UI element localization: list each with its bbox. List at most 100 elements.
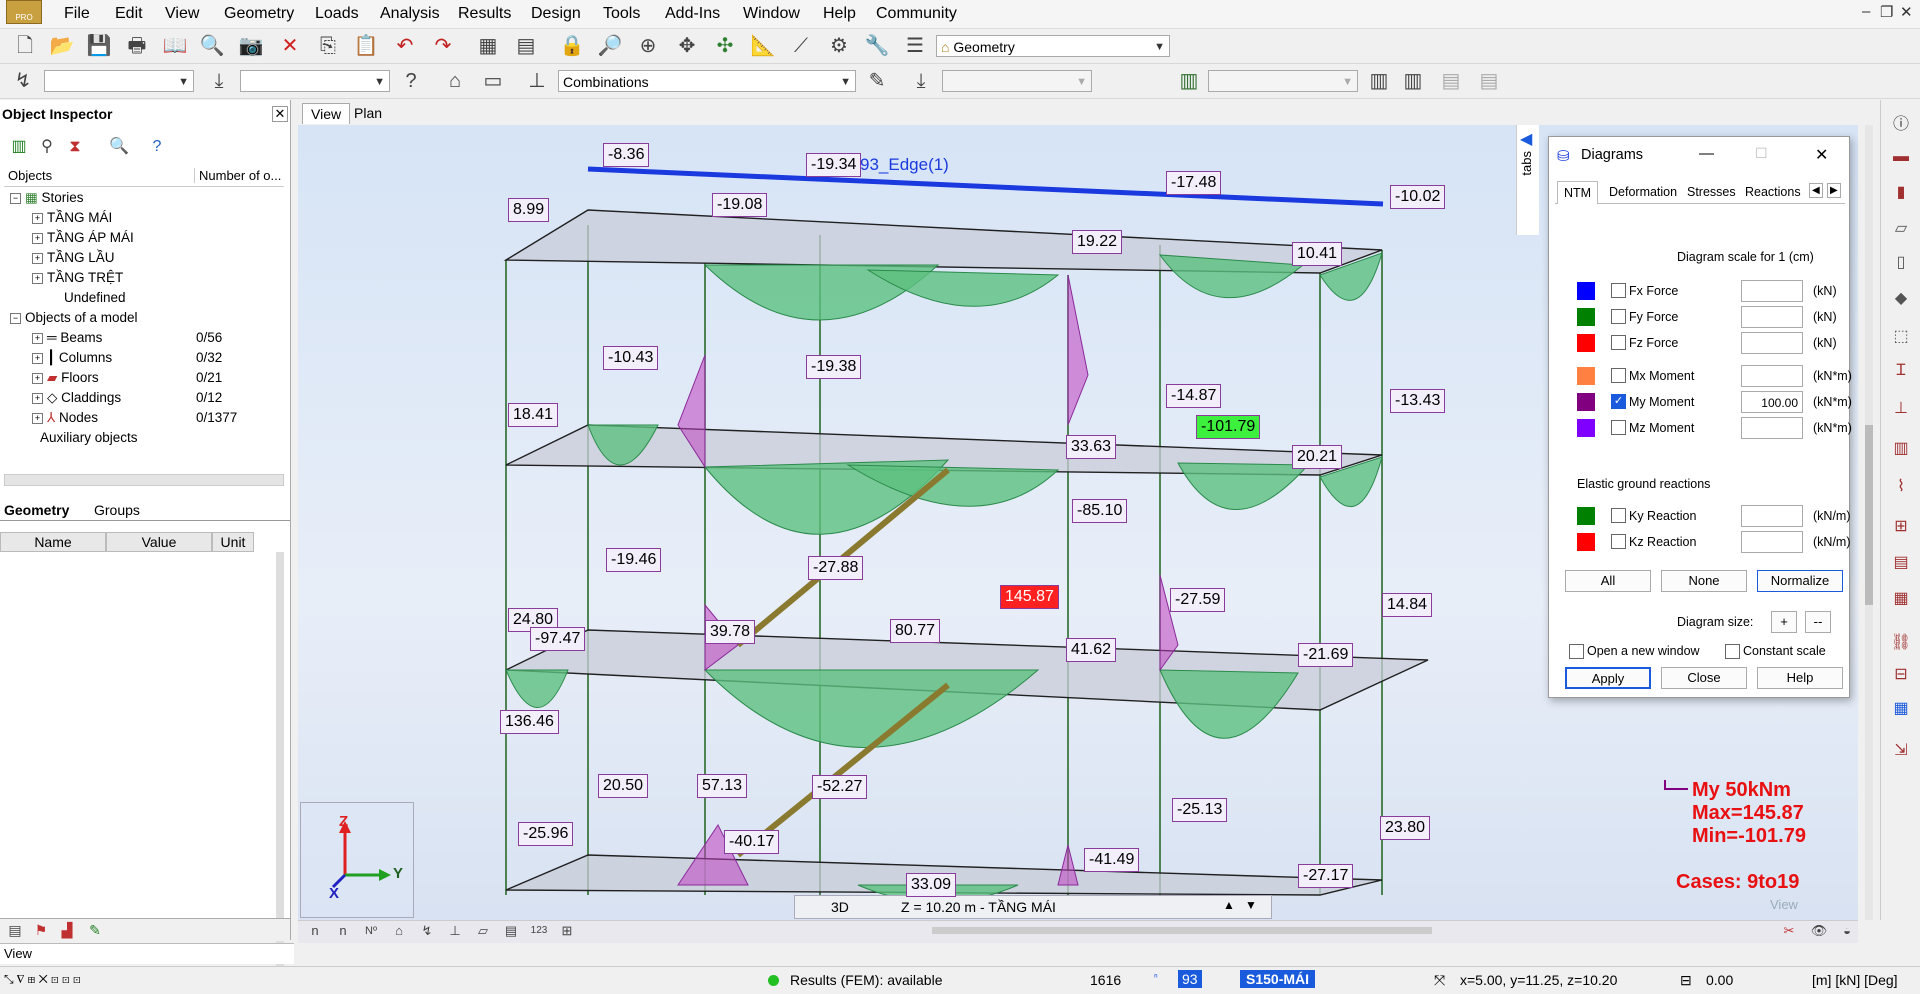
diagram-checkbox[interactable]	[1611, 335, 1626, 350]
menu-edit[interactable]: Edit	[115, 5, 143, 23]
tree-display-icon[interactable]: ⊞	[554, 918, 580, 944]
tree-stories[interactable]: − ▦ Stories	[10, 190, 84, 206]
calculator-icon[interactable]: ▦	[475, 33, 501, 59]
diagram-scale-input[interactable]	[1741, 417, 1803, 439]
load-group-select[interactable]: ▼	[240, 70, 390, 92]
combinations-select[interactable]: Combinations ▼	[558, 70, 856, 92]
cube-tool-icon[interactable]: ⬚	[1890, 326, 1912, 348]
print-icon[interactable]: 🖶	[124, 33, 150, 59]
level-down-icon[interactable]: ▼	[1245, 898, 1257, 912]
delete-icon[interactable]: ✕	[277, 33, 303, 59]
none-button[interactable]: None	[1661, 570, 1747, 592]
zoom-icon[interactable]: 🔎	[597, 33, 623, 59]
diagram-checkbox[interactable]: ✓	[1611, 394, 1626, 409]
load-case-icon[interactable]: ⤓	[908, 68, 934, 94]
menu-addins[interactable]: Add-Ins	[665, 5, 720, 23]
diagram-scale-input[interactable]: 100.00	[1741, 391, 1803, 413]
floor-display-icon[interactable]: ⌂	[386, 918, 412, 944]
column-tool-icon[interactable]: ▮	[1890, 182, 1912, 204]
support-display-icon[interactable]: ⊥	[442, 918, 468, 944]
all-button[interactable]: All	[1565, 570, 1651, 592]
load-type-icon[interactable]: ⤓	[206, 68, 232, 94]
menu-design[interactable]: Design	[531, 5, 581, 23]
rebar-tool-icon[interactable]: ▦	[1890, 588, 1912, 610]
slab-display-icon[interactable]: ▱	[470, 918, 496, 944]
tree-nodes[interactable]: + ⅄ Nodes	[32, 410, 98, 426]
ibeam-tool-icon[interactable]: Ɪ	[1890, 360, 1912, 382]
tab-scroll-left-icon[interactable]: ◀	[1809, 183, 1823, 198]
restore-icon[interactable]: ❐	[1880, 3, 1893, 21]
normalize-button[interactable]: Normalize	[1757, 570, 1843, 592]
undo-icon[interactable]: ↶	[392, 33, 418, 59]
load-case-select[interactable]: ▼	[44, 70, 194, 92]
side-tabs-strip[interactable]: ◀ tabs	[1516, 125, 1539, 235]
node-display-icon[interactable]: n	[302, 918, 328, 944]
flag-icon[interactable]: ⚑	[28, 917, 54, 943]
tab-plan[interactable]: Plan	[346, 103, 390, 123]
tab-ntm[interactable]: NTM	[1557, 181, 1599, 204]
tab-view[interactable]: View	[302, 103, 351, 124]
diagram-checkbox[interactable]	[1611, 420, 1626, 435]
tab-geometry[interactable]: Geometry	[4, 502, 69, 518]
diagram-checkbox[interactable]	[1611, 508, 1626, 523]
viewport-vertical-scrollbar[interactable]	[1865, 125, 1873, 920]
minimize-icon[interactable]: –	[1862, 3, 1870, 20]
table-icon[interactable]: ▤	[513, 33, 539, 59]
menu-tools[interactable]: Tools	[603, 5, 640, 23]
lock-icon[interactable]: 🔒	[559, 33, 585, 59]
close-panel-icon[interactable]: ✕	[272, 106, 288, 122]
open-icon[interactable]: 📂	[49, 33, 75, 59]
numbers-display-icon[interactable]: 123	[526, 918, 552, 944]
measure-icon[interactable]: 📐	[750, 33, 776, 59]
diagram-checkbox[interactable]	[1611, 309, 1626, 324]
load-display-icon[interactable]: ↯	[414, 918, 440, 944]
section-display-icon[interactable]: ▤	[498, 918, 524, 944]
diagram-scale-input[interactable]	[1741, 280, 1803, 302]
tab-scroll-right-icon[interactable]: ▶	[1827, 183, 1841, 198]
wall-tool-icon[interactable]: ▯	[1890, 252, 1912, 274]
diagram-scale-input[interactable]	[1741, 505, 1803, 527]
menu-loads[interactable]: Loads	[315, 5, 359, 23]
tree-undefined[interactable]: Undefined	[64, 290, 126, 305]
calc-tool-icon[interactable]: ▦	[1890, 698, 1912, 720]
edit-icon[interactable]: ✎	[82, 917, 108, 943]
load-icon[interactable]: ↯	[10, 68, 36, 94]
stair-tool-icon[interactable]: ⌇	[1890, 476, 1912, 498]
menu-results[interactable]: Results	[458, 5, 511, 23]
horizontal-scrollbar[interactable]	[932, 927, 1432, 934]
help-button[interactable]: Help	[1757, 667, 1843, 689]
tree-columns[interactable]: + ┃ Columns	[32, 350, 112, 366]
save-icon[interactable]: 💾	[86, 33, 112, 59]
link-tool-icon[interactable]: ⛓	[1890, 632, 1912, 654]
tree-claddings[interactable]: + ◇ Claddings	[32, 390, 121, 406]
tree-floors[interactable]: + ▰ Floors	[32, 370, 99, 386]
dialog-minimize-icon[interactable]: —	[1699, 145, 1714, 162]
preview-icon[interactable]: 🔍	[199, 33, 225, 59]
tree-objects-of-model[interactable]: − Objects of a model	[10, 310, 138, 325]
grid-tool-icon[interactable]: ⊞	[1890, 516, 1912, 538]
paste-icon[interactable]: 📋	[353, 33, 379, 59]
diagram-checkbox[interactable]	[1611, 283, 1626, 298]
menu-help[interactable]: Help	[823, 5, 856, 23]
label-display-icon[interactable]: Nº	[358, 918, 384, 944]
diagram-scale-input[interactable]	[1741, 332, 1803, 354]
level-up-icon[interactable]: ▲	[1223, 898, 1235, 912]
close-icon[interactable]: ✕	[1900, 3, 1913, 21]
horizontal-scrollbar[interactable]	[4, 474, 284, 486]
layers-icon[interactable]: ▤	[2, 917, 28, 943]
constant-scale-checkbox[interactable]	[1725, 644, 1740, 659]
apply-button[interactable]: Apply	[1565, 667, 1651, 689]
diagram-checkbox[interactable]	[1611, 534, 1626, 549]
hourglass-icon[interactable]: ⧗	[62, 134, 88, 160]
menu-file[interactable]: File	[64, 5, 90, 23]
open-new-window-checkbox[interactable]	[1569, 644, 1584, 659]
node-icon[interactable]: ✣	[712, 33, 738, 59]
help-icon[interactable]: ?	[144, 134, 170, 160]
tree-story-item[interactable]: + TẦNG MÁI	[32, 210, 112, 225]
book-icon[interactable]: 📖	[162, 33, 188, 59]
envelope-icon[interactable]: ✎	[864, 68, 890, 94]
tree-story-item[interactable]: + TẦNG LẦU	[32, 250, 115, 265]
rebar-help-icon[interactable]: ▥	[1400, 68, 1426, 94]
cladding-tool-icon[interactable]: ◆	[1890, 288, 1912, 310]
info-icon[interactable]: ⓘ	[1890, 114, 1912, 136]
